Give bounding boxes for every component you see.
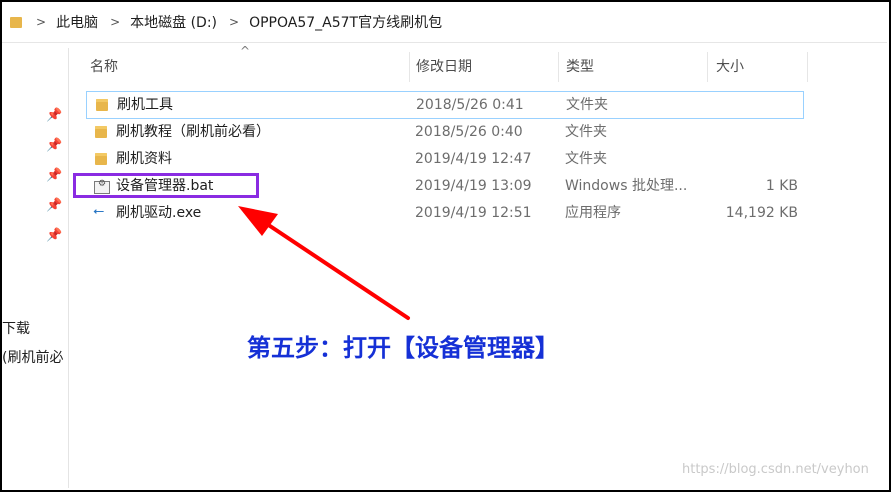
step-annotation: 第五步：打开【设备管理器】 xyxy=(247,334,559,362)
red-arrow-icon xyxy=(238,206,410,320)
watermark: https://blog.csdn.net/veyhon xyxy=(682,462,869,477)
